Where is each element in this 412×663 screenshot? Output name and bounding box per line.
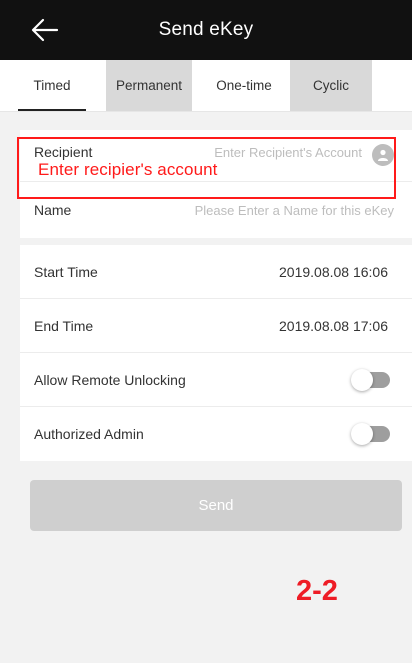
authorized-admin-toggle[interactable] [351, 423, 390, 445]
tab-timed[interactable]: Timed [8, 60, 96, 111]
annotation-text: Enter recipier's account [38, 160, 218, 179]
name-input[interactable] [124, 202, 394, 218]
tab-permanent[interactable]: Permanent [106, 60, 192, 111]
toggle-knob [351, 368, 373, 391]
back-button[interactable] [30, 16, 60, 44]
contact-button[interactable] [372, 144, 394, 166]
arrow-left-icon [31, 18, 59, 42]
authorized-admin-label: Authorized Admin [34, 426, 144, 442]
name-row: Name [20, 182, 412, 238]
tab-cyclic[interactable]: Cyclic [290, 60, 372, 111]
start-time-row[interactable]: Start Time 2019.08.08 16:06 [20, 245, 412, 299]
authorized-admin-row: Authorized Admin [20, 407, 412, 461]
toggle-knob [351, 423, 373, 445]
start-time-label: Start Time [34, 263, 98, 280]
tab-bar: Timed Permanent One-time Cyclic [0, 60, 412, 112]
step-number: 2-2 [296, 575, 338, 607]
remote-unlock-label: Allow Remote Unlocking [34, 371, 186, 388]
end-time-label: End Time [34, 317, 94, 334]
time-card: Start Time 2019.08.08 16:06 End Time 201… [20, 245, 412, 461]
header-bar: Send eKey [0, 0, 412, 60]
recipient-label: Recipient [34, 144, 93, 160]
start-time-value: 2019.08.08 16:06 [279, 263, 388, 280]
send-button[interactable]: Send [30, 480, 402, 531]
remote-unlock-row: Allow Remote Unlocking [20, 353, 412, 407]
end-time-row[interactable]: End Time 2019.08.08 17:06 [20, 299, 412, 353]
end-time-value: 2019.08.08 17:06 [279, 317, 388, 334]
contact-person-icon [378, 149, 388, 161]
page-title: Send eKey [158, 19, 254, 40]
remote-unlock-toggle[interactable] [351, 368, 390, 391]
recipient-card: Recipient Name [20, 130, 412, 238]
recipient-input[interactable] [132, 145, 362, 160]
tab-one-time[interactable]: One-time [200, 60, 288, 111]
name-label: Name [34, 202, 72, 218]
